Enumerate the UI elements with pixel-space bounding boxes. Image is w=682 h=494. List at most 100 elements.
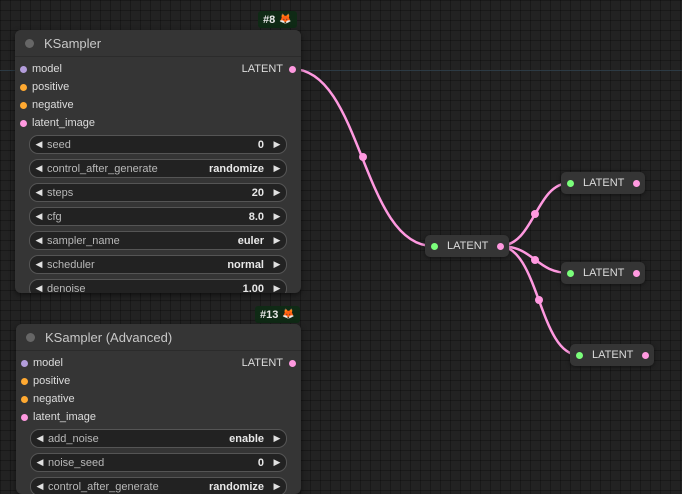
widget-add-noise[interactable]: ◀ add_noise enable ▶ bbox=[30, 429, 287, 448]
input-label: positive bbox=[33, 375, 71, 387]
input-socket[interactable] bbox=[21, 396, 28, 403]
widget-value[interactable]: euler bbox=[238, 235, 264, 247]
collapse-toggle[interactable] bbox=[26, 332, 35, 342]
reroute-input-socket[interactable] bbox=[576, 351, 583, 359]
ksampler-advanced-node[interactable]: KSampler (Advanced) model LATENT positiv… bbox=[16, 324, 301, 494]
widget-value[interactable]: 20 bbox=[252, 187, 264, 199]
widget-denoise[interactable]: ◀ denoise 1.00 ▶ bbox=[29, 279, 287, 293]
ksampler-node[interactable]: KSampler model LATENT positive negative … bbox=[15, 30, 301, 293]
link-reroute-to-latent-1 bbox=[498, 181, 571, 248]
widget-sampler-name[interactable]: ◀ sampler_name euler ▶ bbox=[29, 231, 287, 250]
reroute-node-latent-3[interactable]: LATENT bbox=[570, 344, 655, 366]
input-socket[interactable] bbox=[21, 414, 28, 421]
input-socket[interactable] bbox=[21, 360, 28, 367]
increment-arrow-icon[interactable]: ▶ bbox=[272, 187, 282, 198]
widget-noise-seed[interactable]: ◀ noise_seed 0 ▶ bbox=[30, 453, 287, 472]
input-slot-negative[interactable]: negative bbox=[16, 391, 301, 409]
widget-value[interactable]: 1.00 bbox=[243, 283, 264, 294]
link-midpoint bbox=[531, 256, 539, 264]
input-socket[interactable] bbox=[20, 120, 27, 127]
widget-name: control_after_generate bbox=[48, 480, 159, 493]
decrement-arrow-icon[interactable]: ◀ bbox=[34, 163, 44, 174]
increment-arrow-icon[interactable]: ▶ bbox=[272, 457, 282, 468]
widget-seed[interactable]: ◀ seed 0 ▶ bbox=[29, 135, 287, 154]
node-title-bar[interactable]: KSampler bbox=[15, 30, 301, 57]
reroute-node-latent-1[interactable]: LATENT bbox=[561, 172, 646, 194]
collapse-toggle[interactable] bbox=[25, 38, 34, 48]
node-id-badge: #13 🦊 bbox=[255, 306, 300, 323]
widget-control-after-generate[interactable]: ◀ control_after_generate randomize ▶ bbox=[29, 159, 287, 178]
input-socket[interactable] bbox=[20, 66, 27, 73]
input-slot-negative[interactable]: negative bbox=[15, 97, 301, 115]
widget-value[interactable]: randomize bbox=[209, 481, 264, 493]
link-midpoint bbox=[359, 153, 367, 161]
node-id-badge: #8 🦊 bbox=[258, 11, 297, 28]
increment-arrow-icon[interactable]: ▶ bbox=[272, 211, 282, 222]
widget-value[interactable]: 0 bbox=[258, 457, 264, 469]
input-slot-positive[interactable]: positive bbox=[15, 79, 301, 97]
input-socket[interactable] bbox=[20, 84, 27, 91]
widget-value[interactable]: randomize bbox=[209, 163, 264, 175]
widget-value[interactable]: 8.0 bbox=[249, 211, 264, 223]
decrement-arrow-icon[interactable]: ◀ bbox=[34, 139, 44, 150]
decrement-arrow-icon[interactable]: ◀ bbox=[35, 481, 45, 492]
fox-icon: 🦊 bbox=[279, 14, 292, 25]
widget-value[interactable]: 0 bbox=[258, 139, 264, 151]
output-socket[interactable] bbox=[289, 66, 296, 73]
widget-steps[interactable]: ◀ steps 20 ▶ bbox=[29, 183, 287, 202]
input-slot-positive[interactable]: positive bbox=[16, 373, 301, 391]
increment-arrow-icon[interactable]: ▶ bbox=[272, 433, 282, 444]
reroute-input-socket[interactable] bbox=[567, 269, 574, 277]
widget-scheduler[interactable]: ◀ scheduler normal ▶ bbox=[29, 255, 287, 274]
reroute-node-hub[interactable]: LATENT bbox=[425, 235, 510, 257]
decrement-arrow-icon[interactable]: ◀ bbox=[35, 433, 45, 444]
output-label: LATENT bbox=[241, 63, 283, 75]
reroute-output-socket[interactable] bbox=[633, 179, 641, 187]
decrement-arrow-icon[interactable]: ◀ bbox=[34, 259, 44, 270]
output-socket[interactable] bbox=[289, 360, 296, 367]
input-label: latent_image bbox=[33, 411, 96, 423]
increment-arrow-icon[interactable]: ▶ bbox=[272, 235, 282, 246]
link-midpoint bbox=[535, 296, 543, 304]
increment-arrow-icon[interactable]: ▶ bbox=[272, 139, 282, 150]
widget-value[interactable]: enable bbox=[229, 433, 264, 445]
widget-name: denoise bbox=[47, 282, 86, 294]
decrement-arrow-icon[interactable]: ◀ bbox=[34, 283, 44, 293]
increment-arrow-icon[interactable]: ▶ bbox=[272, 481, 282, 492]
reroute-input-socket[interactable] bbox=[431, 242, 438, 250]
reroute-output-socket[interactable] bbox=[642, 351, 650, 359]
reroute-output-socket[interactable] bbox=[497, 242, 505, 250]
link-reroute-to-latent-2 bbox=[498, 244, 571, 275]
increment-arrow-icon[interactable]: ▶ bbox=[272, 163, 282, 174]
reroute-label: LATENT bbox=[583, 267, 625, 279]
link-midpoint bbox=[531, 210, 539, 218]
decrement-arrow-icon[interactable]: ◀ bbox=[34, 187, 44, 198]
input-label: negative bbox=[33, 393, 75, 405]
graph-canvas[interactable]: #8 🦊 KSampler model LATENT positive nega… bbox=[0, 0, 682, 494]
link-ksampler-to-reroute bbox=[291, 67, 434, 248]
widget-name: noise_seed bbox=[48, 456, 105, 469]
input-slot-latent-image[interactable]: latent_image bbox=[16, 409, 301, 427]
widget-value[interactable]: normal bbox=[227, 259, 264, 271]
reroute-node-latent-2[interactable]: LATENT bbox=[561, 262, 646, 284]
widget-name: scheduler bbox=[47, 258, 95, 271]
widget-cfg[interactable]: ◀ cfg 8.0 ▶ bbox=[29, 207, 287, 226]
increment-arrow-icon[interactable]: ▶ bbox=[272, 259, 282, 270]
decrement-arrow-icon[interactable]: ◀ bbox=[34, 211, 44, 222]
node-title: KSampler bbox=[44, 35, 102, 51]
input-socket[interactable] bbox=[21, 378, 28, 385]
increment-arrow-icon[interactable]: ▶ bbox=[272, 283, 282, 293]
input-socket[interactable] bbox=[20, 102, 27, 109]
widget-name: seed bbox=[47, 138, 71, 151]
input-slot-model[interactable]: model LATENT bbox=[15, 61, 301, 79]
widget-name: sampler_name bbox=[47, 234, 120, 247]
node-title-bar[interactable]: KSampler (Advanced) bbox=[16, 324, 301, 351]
reroute-output-socket[interactable] bbox=[633, 269, 641, 277]
reroute-input-socket[interactable] bbox=[567, 179, 574, 187]
decrement-arrow-icon[interactable]: ◀ bbox=[35, 457, 45, 468]
input-slot-model[interactable]: model LATENT bbox=[16, 355, 301, 373]
fox-icon: 🦊 bbox=[282, 309, 295, 320]
input-slot-latent-image[interactable]: latent_image bbox=[15, 115, 301, 133]
widget-name: control_after_generate bbox=[47, 162, 158, 175]
decrement-arrow-icon[interactable]: ◀ bbox=[34, 235, 44, 246]
